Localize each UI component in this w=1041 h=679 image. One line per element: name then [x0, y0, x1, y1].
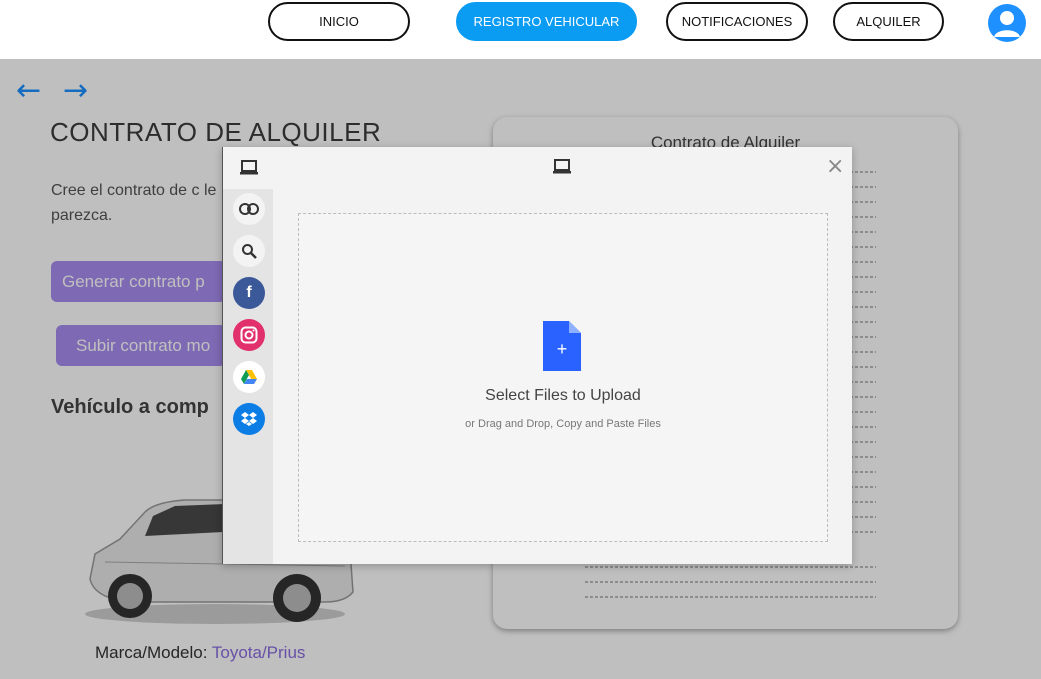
- file-add-glyph: +: [557, 339, 568, 359]
- file-dropzone[interactable]: + Select Files to Upload or Drag and Dro…: [298, 213, 828, 542]
- nav-notificaciones-button[interactable]: NOTIFICACIONES: [666, 2, 808, 41]
- instagram-icon[interactable]: [233, 319, 265, 351]
- select-files-subtitle: or Drag and Drop, Copy and Paste Files: [465, 418, 661, 430]
- google-drive-icon[interactable]: [233, 361, 265, 393]
- file-add-icon: +: [543, 321, 581, 371]
- top-navbar: INICIO REGISTRO VEHICULAR NOTIFICACIONES…: [0, 0, 1041, 59]
- user-avatar-icon[interactable]: [988, 4, 1026, 42]
- source-computer[interactable]: [223, 147, 274, 189]
- nav-alquiler-button[interactable]: ALQUILER: [833, 2, 944, 41]
- nav-registro-vehicular-button[interactable]: REGISTRO VEHICULAR: [456, 2, 637, 41]
- dropbox-icon[interactable]: [233, 403, 265, 435]
- search-icon[interactable]: [233, 235, 265, 267]
- nav-inicio-button[interactable]: INICIO: [268, 2, 410, 41]
- upload-source-sidebar: f: [222, 147, 274, 564]
- link-icon[interactable]: [233, 193, 265, 225]
- select-files-title: Select Files to Upload: [485, 387, 641, 404]
- computer-icon: [553, 159, 571, 174]
- computer-icon: [240, 160, 258, 175]
- close-icon[interactable]: ×: [826, 156, 844, 178]
- facebook-icon[interactable]: f: [233, 277, 265, 309]
- file-upload-dialog: f × + Select Files to Upload or Drag and…: [222, 147, 852, 564]
